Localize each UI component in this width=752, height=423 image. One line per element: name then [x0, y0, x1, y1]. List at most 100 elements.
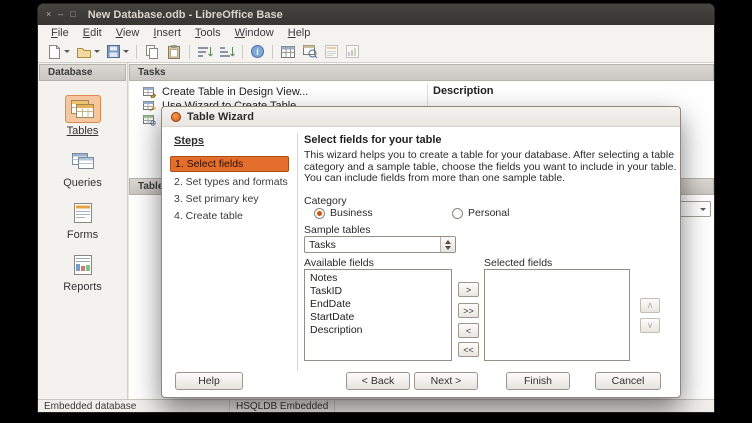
- tasks-header: Tasks: [129, 64, 714, 81]
- database-sidebar: Database Tables Queries: [38, 63, 128, 399]
- remove-field-button[interactable]: <: [458, 323, 479, 338]
- forms-icon: [65, 199, 101, 227]
- report-object-button[interactable]: [342, 42, 363, 61]
- new-document-button[interactable]: [44, 42, 73, 61]
- sidebar-items: Tables Queries Forms: [38, 85, 127, 293]
- radio-unselected-icon: [452, 208, 463, 219]
- step-select-fields[interactable]: 1. Select fields: [170, 156, 289, 172]
- sidebar-item-label: Tables: [67, 125, 99, 137]
- sidebar-item-forms[interactable]: Forms: [65, 199, 101, 241]
- selected-fields-list[interactable]: [484, 269, 630, 361]
- steps-divider: [297, 133, 298, 371]
- sample-tables-value: Tasks: [309, 239, 336, 251]
- info-button[interactable]: i: [247, 42, 268, 61]
- paste-icon: [166, 44, 182, 60]
- business-radio[interactable]: Business: [314, 207, 373, 219]
- menu-insert[interactable]: Insert: [146, 26, 188, 40]
- sidebar-header: Database: [39, 64, 126, 81]
- toolbar: i: [38, 41, 714, 63]
- sidebar-item-tables[interactable]: Tables: [65, 95, 101, 137]
- sort-ascending-button[interactable]: [194, 42, 216, 61]
- paste-button[interactable]: [163, 42, 185, 61]
- titlebar[interactable]: × – □ New Database.odb - LibreOffice Bas…: [38, 4, 714, 25]
- wizard-steps-panel: Steps 1. Select fields 2. Set types and …: [162, 127, 297, 397]
- menu-tools[interactable]: Tools: [188, 26, 228, 40]
- save-button[interactable]: [103, 42, 132, 61]
- radio-selected-icon: [314, 208, 325, 219]
- report-icon: [345, 44, 360, 59]
- maximize-icon[interactable]: □: [70, 10, 75, 19]
- copy-button[interactable]: [141, 42, 163, 61]
- list-item[interactable]: Description: [305, 324, 451, 337]
- table-wizard-icon: [143, 100, 156, 112]
- available-fields-list[interactable]: Notes TaskID EndDate StartDate Descripti…: [304, 269, 452, 361]
- chevron-down-icon: [94, 50, 100, 53]
- list-item[interactable]: EndDate: [305, 298, 451, 311]
- close-icon[interactable]: ×: [46, 10, 51, 19]
- window-controls: × – □: [46, 10, 76, 19]
- toolbar-separator: [136, 45, 137, 59]
- sidebar-item-reports[interactable]: Reports: [63, 251, 102, 293]
- move-down-button[interactable]: ∨: [640, 318, 660, 333]
- add-all-fields-button[interactable]: >>: [458, 303, 479, 318]
- back-button[interactable]: < Back: [346, 372, 410, 390]
- sample-tables-select[interactable]: Tasks: [304, 236, 456, 253]
- next-button[interactable]: Next >: [414, 372, 478, 390]
- dialog-titlebar[interactable]: Table Wizard: [162, 107, 680, 127]
- menu-help[interactable]: Help: [281, 26, 318, 40]
- save-icon: [106, 44, 121, 59]
- task-create-table-design-view[interactable]: Create Table in Design View...: [129, 85, 308, 99]
- svg-text:i: i: [256, 47, 259, 57]
- toolbar-separator: [242, 45, 243, 59]
- selected-fields-label: Selected fields: [484, 257, 552, 269]
- table-object-button[interactable]: [277, 42, 299, 61]
- add-field-button[interactable]: >: [458, 282, 479, 297]
- menu-file[interactable]: File: [44, 26, 76, 40]
- list-item[interactable]: TaskID: [305, 285, 451, 298]
- status-engine: HSQLDB Embedded: [230, 400, 335, 412]
- cancel-button[interactable]: Cancel: [595, 372, 661, 390]
- personal-radio-label: Personal: [468, 207, 509, 219]
- task-label: Create Table in Design View...: [162, 86, 308, 98]
- sidebar-item-label: Forms: [67, 229, 98, 241]
- info-icon: i: [250, 44, 265, 59]
- minimize-icon[interactable]: –: [58, 10, 63, 19]
- move-up-button[interactable]: ∧: [640, 298, 660, 313]
- dialog-title: Table Wizard: [187, 111, 254, 123]
- new-document-icon: [47, 44, 62, 60]
- menu-edit[interactable]: Edit: [76, 26, 109, 40]
- sample-tables-label: Sample tables: [304, 224, 371, 236]
- dialog-heading: Select fields for your table: [304, 134, 442, 146]
- available-fields-label: Available fields: [304, 257, 374, 269]
- step-create-table[interactable]: 4. Create table: [170, 209, 289, 223]
- status-database-type: Embedded database: [38, 400, 230, 412]
- step-set-types-and-formats[interactable]: 2. Set types and formats: [170, 175, 289, 189]
- create-view-icon: [143, 114, 156, 126]
- menu-view[interactable]: View: [109, 26, 147, 40]
- sort-descending-button[interactable]: [216, 42, 238, 61]
- remove-all-fields-button[interactable]: <<: [458, 342, 479, 357]
- open-button[interactable]: [73, 42, 103, 61]
- chevron-down-icon: [700, 208, 706, 211]
- help-button[interactable]: Help: [175, 372, 243, 390]
- query-object-button[interactable]: [299, 42, 321, 61]
- combobox-spin-icon[interactable]: [440, 237, 455, 252]
- query-icon: [302, 44, 318, 59]
- sort-descending-icon: [219, 44, 235, 60]
- chevron-down-icon: [123, 50, 129, 53]
- business-radio-label: Business: [330, 207, 373, 219]
- list-item[interactable]: Notes: [305, 272, 451, 285]
- menu-window[interactable]: Window: [228, 26, 281, 40]
- finish-button[interactable]: Finish: [506, 372, 570, 390]
- sidebar-item-queries[interactable]: Queries: [63, 147, 102, 189]
- queries-icon: [65, 147, 101, 175]
- list-item[interactable]: StartDate: [305, 311, 451, 324]
- form-object-button[interactable]: [321, 42, 342, 61]
- window-title: New Database.odb - LibreOffice Base: [88, 9, 283, 21]
- chevron-down-icon: [64, 50, 70, 53]
- table-icon: [280, 45, 296, 59]
- sort-ascending-icon: [197, 44, 213, 60]
- statusbar: Embedded database HSQLDB Embedded: [38, 399, 714, 412]
- step-set-primary-key[interactable]: 3. Set primary key: [170, 192, 289, 206]
- personal-radio[interactable]: Personal: [452, 207, 509, 219]
